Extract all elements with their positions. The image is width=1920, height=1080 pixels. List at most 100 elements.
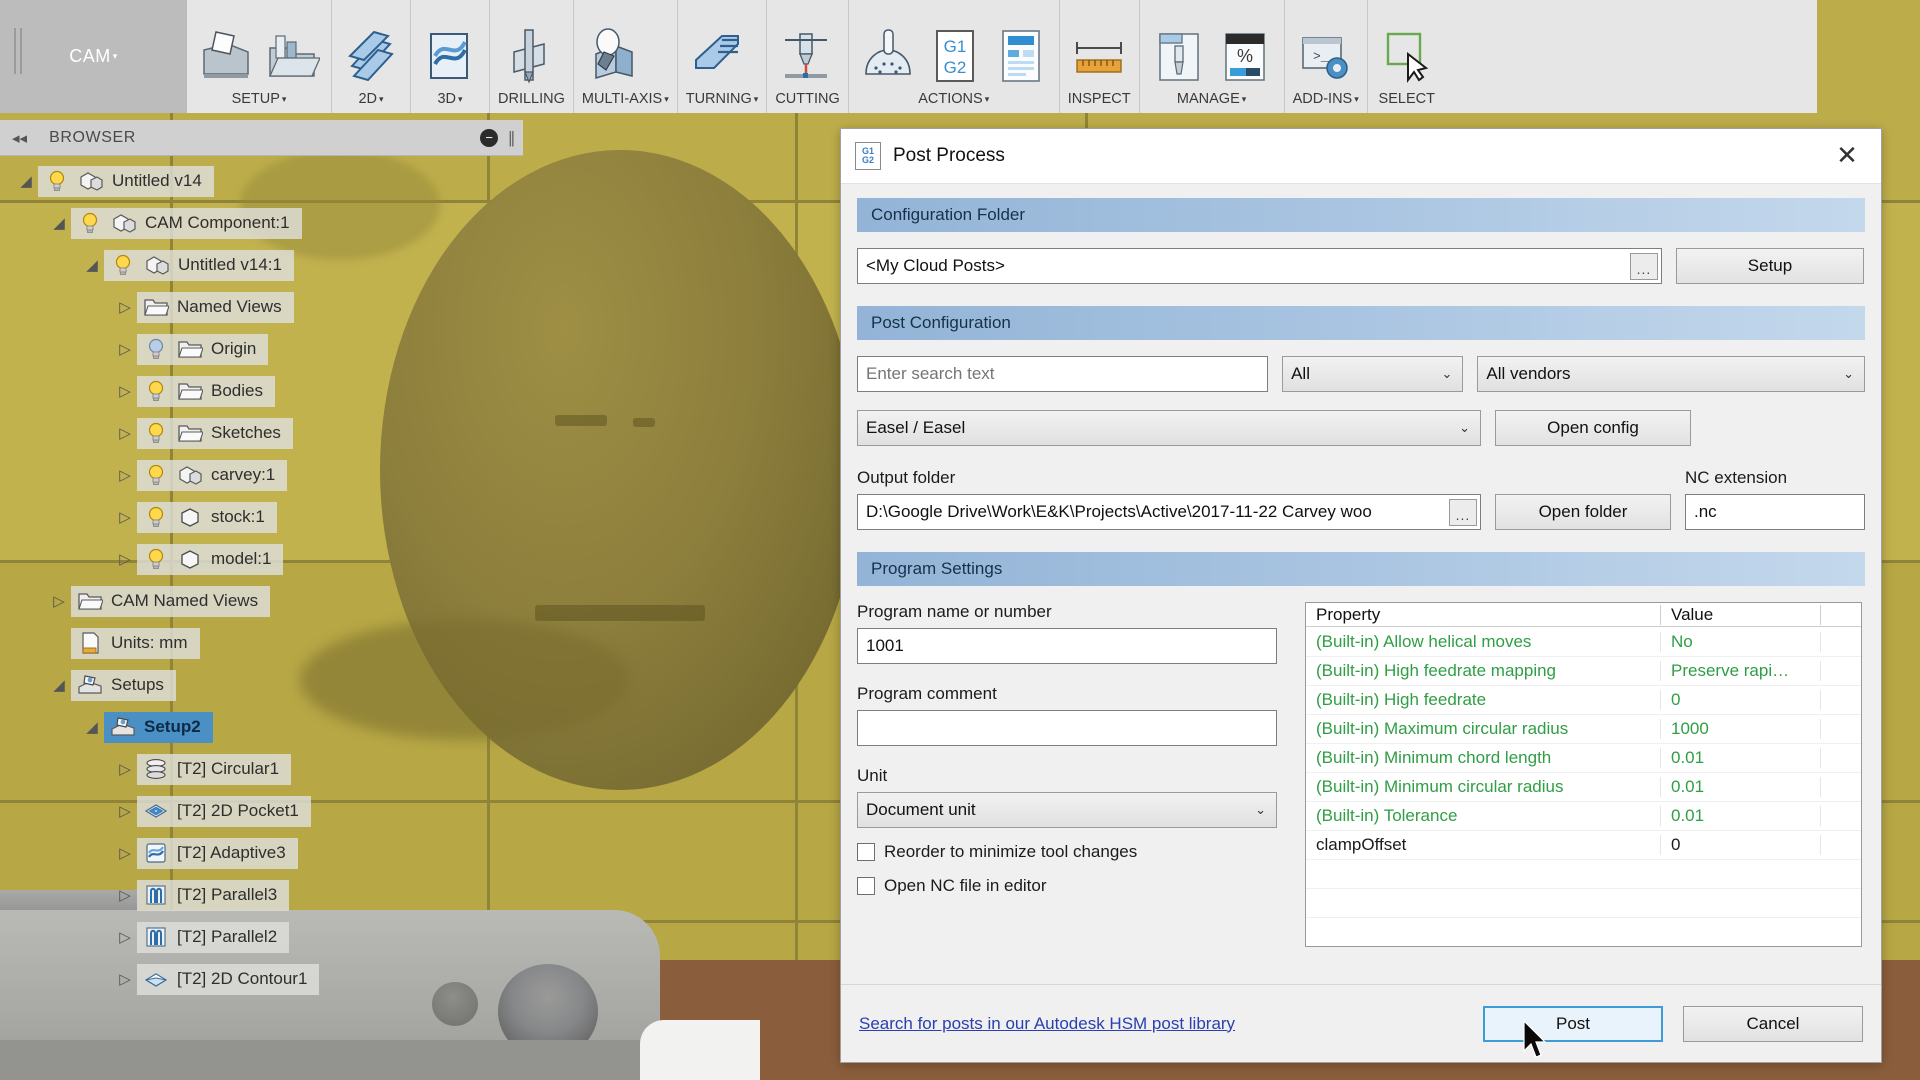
tree-expand-arrow-expanded[interactable]: ◢ <box>80 256 104 274</box>
setup-new-icon[interactable] <box>195 23 257 89</box>
tree-item-pill[interactable]: Untitled v14 <box>38 165 214 197</box>
tree-item[interactable]: ▷ stock:1 <box>0 496 540 538</box>
filter-vendor-dropdown[interactable]: All vendors ⌄ <box>1477 356 1865 392</box>
tree-expand-arrow-collapsed[interactable]: ▷ <box>113 382 137 400</box>
g1g2-post-process-icon[interactable]: G1 G2 <box>923 23 985 89</box>
browse-output-folder-button[interactable]: ... <box>1449 499 1477 526</box>
tree-expand-arrow-collapsed[interactable]: ▷ <box>113 802 137 820</box>
post-button[interactable]: Post <box>1483 1005 1663 1042</box>
open-folder-button[interactable]: Open folder <box>1495 494 1671 530</box>
tree-item-pill[interactable]: [T2] 2D Pocket1 <box>137 795 311 827</box>
tree-expand-arrow-collapsed[interactable]: ▷ <box>113 424 137 442</box>
tree-item[interactable]: ▷ Sketches <box>0 412 540 454</box>
property-table-row[interactable]: (Built-in) Maximum circular radius 1000 <box>1306 714 1861 743</box>
turning-icon[interactable] <box>686 23 748 89</box>
toolpath-2d-icon[interactable] <box>340 23 402 89</box>
tree-item-pill[interactable]: CAM Component:1 <box>71 207 302 239</box>
tree-expand-arrow-collapsed[interactable]: ▷ <box>113 886 137 904</box>
tree-item-pill[interactable]: Units: mm <box>71 627 200 659</box>
cancel-button[interactable]: Cancel <box>1683 1005 1863 1042</box>
collapse-panel-icon[interactable]: ◂◂ <box>12 129 27 147</box>
tree-item[interactable]: ▷ [T2] 2D Pocket1 <box>0 790 540 832</box>
tree-expand-arrow-expanded[interactable]: ◢ <box>14 172 38 190</box>
tree-item-pill[interactable]: stock:1 <box>137 501 277 533</box>
post-configuration-dropdown[interactable]: Easel / Easel ⌄ <box>857 410 1481 446</box>
tree-item-pill[interactable]: Untitled v14:1 <box>104 249 294 281</box>
tree-item[interactable]: ▷ [T2] Parallel2 <box>0 916 540 958</box>
tree-item[interactable]: ▷ [T2] 2D Contour1 <box>0 958 540 1000</box>
reorder-checkbox[interactable] <box>857 843 875 861</box>
tree-item[interactable]: ▷ [T2] Adaptive3 <box>0 832 540 874</box>
property-table-row[interactable]: (Built-in) Allow helical moves No <box>1306 627 1861 656</box>
panel-grip-icon[interactable]: || <box>508 128 515 148</box>
tree-item-pill[interactable]: carvey:1 <box>137 459 288 491</box>
tree-item[interactable]: ▷ [T2] Circular1 <box>0 748 540 790</box>
property-table-row[interactable]: (Built-in) High feedrate 0 <box>1306 685 1861 714</box>
tree-expand-arrow-collapsed[interactable]: ▷ <box>47 592 71 610</box>
tree-item-pill[interactable]: Sketches <box>137 417 293 449</box>
tree-item-pill[interactable]: CAM Named Views <box>71 585 271 617</box>
setup-folder-icon[interactable] <box>261 23 323 89</box>
tree-item[interactable]: ▷ model:1 <box>0 538 540 580</box>
minimize-icon[interactable]: − <box>480 128 499 147</box>
open-nc-checkbox-row[interactable]: Open NC file in editor <box>857 876 1277 896</box>
property-table[interactable]: Property Value (Built-in) Allow helical … <box>1305 602 1862 947</box>
tree-item-pill[interactable]: model:1 <box>137 543 284 575</box>
tree-item[interactable]: ▷ carvey:1 <box>0 454 540 496</box>
tree-item-pill[interactable]: [T2] Adaptive3 <box>137 837 298 869</box>
toolpath-3d-icon[interactable] <box>419 23 481 89</box>
tree-item[interactable]: ▷ [T2] Parallel3 <box>0 874 540 916</box>
ribbon-grip-handle[interactable] <box>14 28 22 74</box>
tree-item[interactable]: ◢ Setups <box>0 664 540 706</box>
machining-time-icon[interactable]: % <box>1214 23 1276 89</box>
browse-folder-button[interactable]: ... <box>1630 253 1658 280</box>
scripts-addins-icon[interactable]: >_ <box>1293 23 1355 89</box>
post-library-link[interactable]: Search for posts in our Autodesk HSM pos… <box>859 1014 1235 1034</box>
tree-expand-arrow-collapsed[interactable]: ▷ <box>113 970 137 988</box>
property-table-row[interactable]: (Built-in) Minimum chord length 0.01 <box>1306 743 1861 772</box>
multi-axis-icon[interactable] <box>582 23 644 89</box>
property-table-row[interactable]: clampOffset 0 <box>1306 830 1861 859</box>
tree-item-pill[interactable]: Setup2 <box>104 711 213 743</box>
tree-item[interactable]: ▷ Bodies <box>0 370 540 412</box>
unit-dropdown[interactable]: Document unit ⌄ <box>857 792 1277 828</box>
dialog-titlebar[interactable]: G1 G2 Post Process ✕ <box>841 129 1881 184</box>
tree-item[interactable]: ▷ CAM Named Views <box>0 580 540 622</box>
tree-expand-arrow-collapsed[interactable]: ▷ <box>113 844 137 862</box>
tree-item-pill[interactable]: [T2] Circular1 <box>137 753 292 785</box>
program-name-input[interactable]: 1001 <box>857 628 1277 664</box>
tree-item[interactable]: ▷ Named Views <box>0 286 540 328</box>
tree-item-pill[interactable]: Bodies <box>137 375 275 407</box>
select-cursor-icon[interactable] <box>1376 23 1438 89</box>
tree-expand-arrow-collapsed[interactable]: ▷ <box>113 760 137 778</box>
tree-item-pill[interactable]: [T2] Parallel2 <box>137 921 290 953</box>
open-nc-checkbox[interactable] <box>857 877 875 895</box>
cam-workspace-tab[interactable]: CAM ▾ <box>0 0 187 113</box>
tree-expand-arrow-collapsed[interactable]: ▷ <box>113 340 137 358</box>
tree-expand-arrow-collapsed[interactable]: ▷ <box>113 298 137 316</box>
program-comment-input[interactable] <box>857 710 1277 746</box>
tree-item-pill[interactable]: Origin <box>137 333 269 365</box>
output-folder-input[interactable]: D:\Google Drive\Work\E&K\Projects\Active… <box>857 494 1481 530</box>
tool-library-icon[interactable] <box>1148 23 1210 89</box>
tree-expand-arrow-collapsed[interactable]: ▷ <box>113 550 137 568</box>
simulate-icon[interactable] <box>857 23 919 89</box>
cutting-icon[interactable] <box>775 23 837 89</box>
close-icon[interactable]: ✕ <box>1827 136 1867 176</box>
property-table-row[interactable]: (Built-in) High feedrate mapping Preserve… <box>1306 656 1861 685</box>
tree-item-pill[interactable]: Named Views <box>137 291 294 323</box>
setup-button[interactable]: Setup <box>1676 248 1864 284</box>
tree-item[interactable]: Units: mm <box>0 622 540 664</box>
tree-item[interactable]: ▷ Origin <box>0 328 540 370</box>
drill-icon[interactable] <box>498 23 560 89</box>
filter-type-dropdown[interactable]: All ⌄ <box>1282 356 1464 392</box>
tree-expand-arrow-collapsed[interactable]: ▷ <box>113 928 137 946</box>
reorder-checkbox-row[interactable]: Reorder to minimize tool changes <box>857 842 1277 862</box>
setup-sheet-icon[interactable] <box>989 23 1051 89</box>
tree-item-pill[interactable]: [T2] 2D Contour1 <box>137 963 320 995</box>
tree-item[interactable]: ◢ CAM Component:1 <box>0 202 540 244</box>
tree-item-pill[interactable]: [T2] Parallel3 <box>137 879 290 911</box>
tree-expand-arrow-collapsed[interactable]: ▷ <box>113 508 137 526</box>
tree-expand-arrow-expanded[interactable]: ◢ <box>47 676 71 694</box>
tree-expand-arrow-collapsed[interactable]: ▷ <box>113 466 137 484</box>
